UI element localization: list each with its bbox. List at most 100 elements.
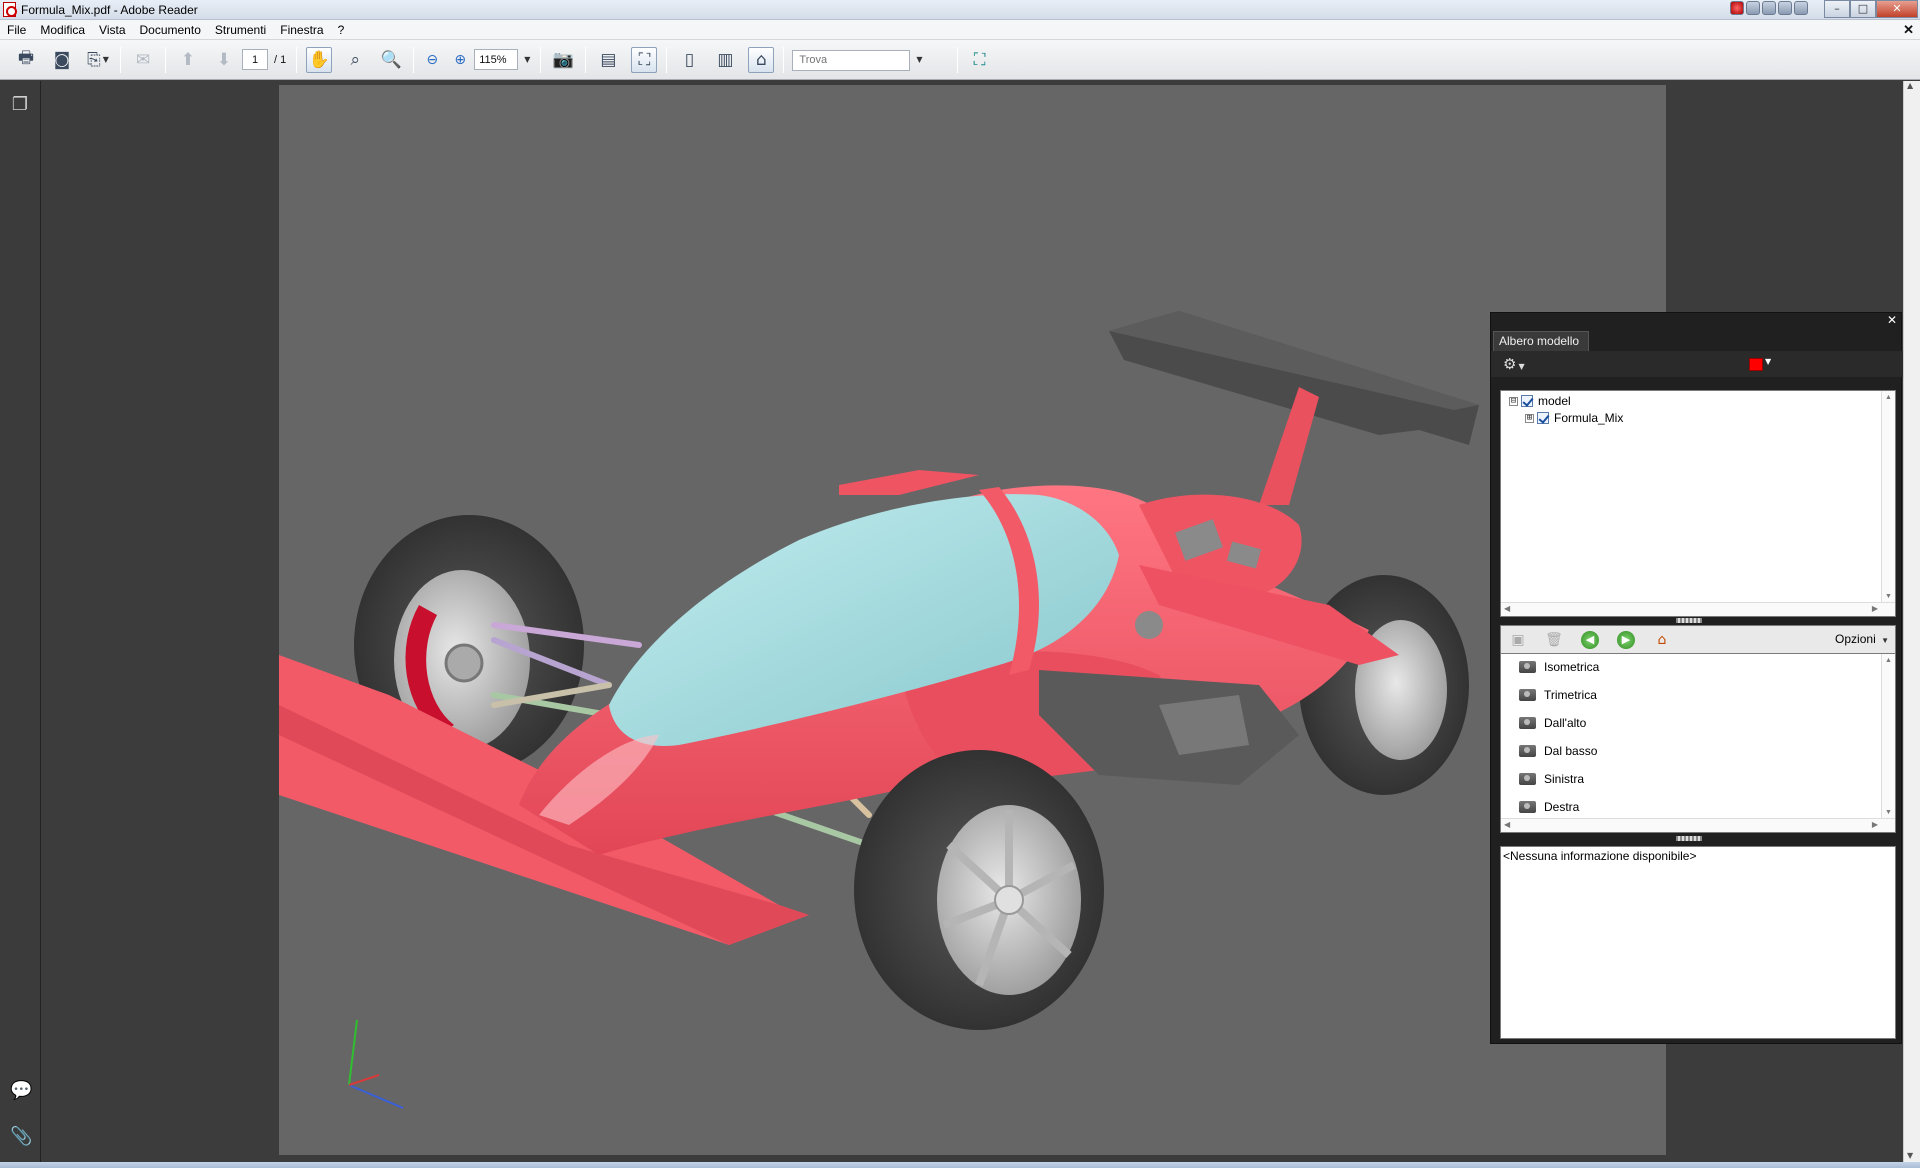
previous-page-icon[interactable]: ⬆ (175, 47, 201, 73)
menu-file[interactable]: File (0, 23, 33, 37)
info-pane: <Nessuna informazione disponibile> (1500, 846, 1896, 1039)
menu-strumenti[interactable]: Strumenti (208, 23, 273, 37)
views-horizontal-scrollbar[interactable]: ◀ ▶ (1501, 818, 1895, 832)
window-controls: – □ ✕ (1824, 0, 1918, 18)
camera-icon (1519, 689, 1536, 701)
document-vertical-scrollbar[interactable] (1903, 81, 1920, 1162)
marquee-zoom-icon[interactable]: ⌕ (342, 47, 368, 73)
home-view-icon[interactable]: ⌂ (1653, 631, 1671, 649)
view-item[interactable]: Dal basso (1519, 742, 1597, 760)
title-bar: Formula_Mix.pdf - Adobe Reader – □ ✕ (0, 0, 1920, 20)
toolbar-separator (120, 46, 121, 73)
formula-car-model[interactable] (279, 85, 1666, 1155)
view-item[interactable]: Destra (1519, 798, 1579, 816)
previous-view-icon[interactable]: ◀ (1581, 631, 1599, 649)
find-binoculars-icon[interactable]: ◙ (49, 47, 75, 73)
create-view-icon[interactable]: ▣ (1509, 631, 1527, 649)
record-icon[interactable] (1730, 1, 1744, 15)
menu-bar: File Modifica Vista Documento Strumenti … (0, 20, 1920, 40)
tree-horizontal-scrollbar[interactable]: ◀ ▶ (1501, 602, 1895, 616)
expand-icon[interactable]: ⊞ (1525, 413, 1534, 423)
attachments-icon[interactable]: 📎 (10, 1127, 32, 1147)
snapshot-camera-icon[interactable]: 📷 (550, 47, 576, 73)
screens-icon[interactable] (1778, 1, 1792, 15)
delete-view-icon[interactable]: 🗑 (1545, 631, 1563, 649)
toolbar: 🖶 ◙ ⎘▼ ✉ ⬆ ⬇ / 1 ✋ ⌕ 🔍 ⊖ ⊕ ▼ 📷 ▤ ⛶ ▯ ▥ ⌂… (0, 40, 1920, 80)
navigation-pane: ❐ 💬 📎 (0, 81, 41, 1162)
view-item[interactable]: Dall'alto (1519, 714, 1586, 732)
rear-wing (1109, 311, 1479, 505)
fit-width-icon[interactable]: ▤ (595, 47, 621, 73)
page-total: / 1 (274, 53, 287, 66)
tray-icons (1730, 1, 1808, 15)
find-dropdown-icon[interactable]: ▼ (916, 55, 922, 64)
pages-icon[interactable]: ❐ (10, 95, 30, 115)
menu-help[interactable]: ? (331, 23, 352, 37)
hand-tool-icon[interactable]: ✋ (306, 46, 333, 73)
color-swatch[interactable] (1749, 358, 1763, 371)
find-input[interactable] (792, 49, 911, 71)
camera-icon (1519, 717, 1536, 729)
dynamic-zoom-icon[interactable]: 🔍 (378, 47, 404, 73)
3d-model-viewport[interactable] (279, 85, 1666, 1155)
splitter-grip[interactable] (1676, 618, 1702, 623)
target-icon[interactable] (1794, 1, 1808, 15)
model-tree-options-bar: ⚙ ▼ ▼ (1491, 351, 1903, 377)
menu-finestra[interactable]: Finestra (273, 23, 330, 37)
tree-node-label: model (1538, 394, 1571, 408)
zoom-dropdown-icon[interactable]: ▼ (524, 55, 530, 64)
options-menu[interactable]: Opzioni ▼ (1835, 632, 1889, 646)
menu-documento[interactable]: Documento (133, 23, 208, 37)
next-view-icon[interactable]: ▶ (1617, 631, 1635, 649)
camera-icon (1519, 745, 1536, 757)
tree-node[interactable]: ⊟ model (1509, 393, 1571, 409)
toolbar-separator (585, 46, 587, 73)
close-panel-icon[interactable]: ✕ (1887, 313, 1897, 327)
views-vertical-scrollbar[interactable]: ▲ ▼ (1881, 654, 1895, 832)
toolbar-separator (165, 46, 166, 73)
zoom-out-icon[interactable]: ⊖ (423, 47, 441, 73)
menu-vista[interactable]: Vista (92, 23, 132, 37)
zoom-in-icon[interactable]: ⊕ (451, 47, 469, 73)
email-icon[interactable]: ✉ (130, 47, 156, 73)
comments-icon[interactable]: 💬 (10, 1081, 32, 1101)
maximize-button[interactable]: □ (1850, 0, 1876, 18)
minimize-button[interactable]: – (1824, 0, 1850, 18)
gear-options-icon[interactable]: ⚙ ▼ (1503, 355, 1525, 373)
menu-modifica[interactable]: Modifica (33, 23, 92, 37)
window-icon[interactable] (1762, 1, 1776, 15)
network-icon[interactable]: ⛶ (967, 47, 993, 73)
continuous-page-icon[interactable]: ▥ (712, 47, 738, 73)
checkbox-icon[interactable] (1537, 412, 1549, 424)
camera-icon (1519, 661, 1536, 673)
close-window-button[interactable]: ✕ (1876, 0, 1918, 18)
color-dropdown-icon[interactable]: ▼ (1765, 357, 1771, 366)
page-number-input[interactable] (242, 49, 268, 70)
toolbar-separator (413, 46, 415, 73)
fit-page-icon[interactable]: ⛶ (631, 46, 658, 73)
view-item[interactable]: Sinistra (1519, 770, 1584, 788)
next-page-icon[interactable]: ⬇ (211, 47, 237, 73)
print-icon[interactable]: 🖶 (13, 47, 39, 73)
checkbox-icon[interactable] (1521, 395, 1533, 407)
splitter-grip[interactable] (1676, 836, 1702, 841)
share-icon[interactable]: ⎘ ▼ (85, 47, 111, 73)
toolbar-separator (956, 46, 958, 73)
zoom-level-input[interactable] (474, 49, 519, 70)
tree-node[interactable]: ⊞ Formula_Mix (1525, 410, 1623, 426)
info-text: <Nessuna informazione disponibile> (1503, 849, 1697, 863)
views-list: Isometrica Trimetrica Dall'alto Dal bass… (1500, 653, 1896, 833)
view-item[interactable]: Isometrica (1519, 658, 1599, 676)
camera-icon (1519, 773, 1536, 785)
view-item[interactable]: Trimetrica (1519, 686, 1597, 704)
toolbar-separator (296, 46, 298, 73)
single-page-icon[interactable]: ▯ (676, 47, 702, 73)
capture-icon[interactable] (1746, 1, 1760, 15)
views-toolbar: ▣ 🗑 ◀ ▶ ⌂ Opzioni ▼ (1500, 625, 1896, 653)
model-tree-tab[interactable]: Albero modello (1493, 331, 1589, 351)
collapse-icon[interactable]: ⊟ (1509, 396, 1518, 406)
tree-vertical-scrollbar[interactable]: ▲ ▼ (1881, 391, 1895, 616)
pdf-app-icon (3, 2, 17, 17)
full-screen-icon[interactable]: ⌂ (748, 46, 775, 73)
close-document-icon[interactable]: ✕ (1903, 22, 1914, 38)
